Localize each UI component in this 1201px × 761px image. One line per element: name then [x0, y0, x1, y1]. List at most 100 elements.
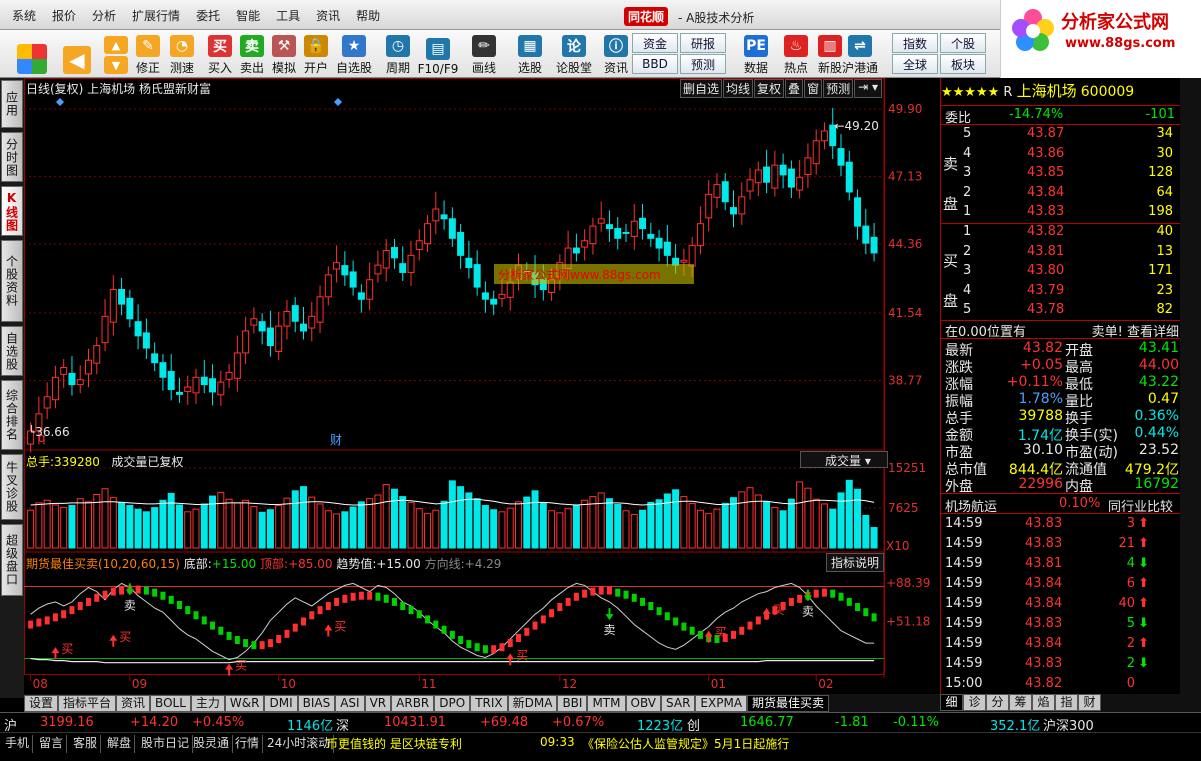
news-nav-6[interactable]: 行情 [232, 735, 264, 753]
menu-item-8[interactable]: 帮助 [348, 7, 388, 24]
chart-expand-icon[interactable]: ⇥ ▾ [854, 79, 882, 98]
indicator-tab-1[interactable]: 指标平台 [58, 694, 117, 712]
menu-item-4[interactable]: 委托 [188, 7, 228, 24]
left-tab-3[interactable]: 个股资料 [1, 240, 23, 322]
chart-tool-1[interactable]: 均线 [723, 79, 754, 98]
indicator-tab-5[interactable]: W&R [224, 694, 265, 712]
news-ticker-2[interactable]: 《保险公估人监管规定》5月1日起施行 [582, 735, 789, 752]
quote-tab-6[interactable]: 财 [1078, 694, 1101, 711]
toolbar-button-12[interactable]: ⓘ 资讯 [598, 32, 634, 76]
toolbar-button-8[interactable]: ▤ F10/F9 [418, 32, 458, 76]
news-ticker-1[interactable]: 币更值钱的 是区块链专利 [326, 735, 462, 752]
left-tab-5[interactable]: 综合排名 [1, 380, 23, 450]
toolbar-button-4[interactable]: ⚒ 模拟 [266, 32, 302, 76]
toolbar-small-button-2[interactable]: 研报 [680, 33, 726, 53]
left-tab-0[interactable]: 应用 [1, 80, 23, 128]
ask-row[interactable]: 3 43.85 128 [941, 165, 1181, 182]
ask-row[interactable]: 4 43.86 30 [941, 146, 1181, 163]
toolbar-small-button-6[interactable]: 个股 [940, 33, 986, 53]
indicator-tab-19[interactable]: 期货最佳买卖 [747, 694, 830, 712]
news-nav-0[interactable]: 手机 [2, 735, 34, 753]
ask-row[interactable]: 5 43.87 34 [941, 126, 1181, 143]
kline-chart-area[interactable]: 49.90 47.13 44.36 41.54 38.77 ←49.20 └36.66 q 财 1… [24, 78, 940, 694]
indicator-tab-7[interactable]: BIAS [297, 694, 336, 712]
toolbar-button-6[interactable]: ★ 自选股 [336, 32, 372, 76]
toolbar-button-16[interactable]: ⇌ 沪港通 [842, 32, 878, 76]
ask-row[interactable]: 1 43.83 198 [941, 204, 1181, 221]
bid-row[interactable]: 5 43.78 82 [941, 302, 1181, 319]
toolbar-small-button-1[interactable]: BBD [632, 54, 678, 74]
toolbar-small-button-3[interactable]: 预测 [680, 54, 726, 74]
up-down-button[interactable]: ▲ ▼ [104, 32, 128, 76]
toolbar-button-5[interactable]: 🔒 开户 [298, 32, 334, 76]
back-button[interactable]: ◀ [62, 32, 92, 76]
indicator-tab-18[interactable]: EXPMA [695, 694, 748, 712]
kline-chart-svg[interactable]: 49.90 47.13 44.36 41.54 38.77 ←49.20 └36.66q 财 1… [24, 78, 940, 694]
toolbar-small-button-0[interactable]: 资金 [632, 33, 678, 53]
menu-item-7[interactable]: 资讯 [308, 7, 348, 24]
indicator-tab-11[interactable]: DPO [434, 694, 471, 712]
left-tab-4[interactable]: 自选股 [1, 326, 23, 376]
toolbar-button-10[interactable]: ▦ 选股 [512, 32, 548, 76]
bid-row[interactable]: 4 43.79 23 [941, 283, 1181, 300]
toolbar-small-button-4[interactable]: 指数 [892, 33, 938, 53]
toolbar-small-button-7[interactable]: 板块 [940, 54, 986, 74]
indicator-tab-10[interactable]: ARBR [391, 694, 435, 712]
left-tab-2[interactable]: K线图 [1, 186, 23, 236]
toolbar-button-13[interactable]: PE 数据 [738, 32, 774, 76]
indicator-tab-15[interactable]: MTM [587, 694, 626, 712]
bid-row[interactable]: 3 43.80 171 [941, 263, 1181, 280]
menu-item-3[interactable]: 扩展行情 [124, 7, 188, 24]
indicator-tab-8[interactable]: ASI [335, 694, 365, 712]
toolbar-button-9[interactable]: ✏ 画线 [466, 32, 502, 76]
quote-tab-0[interactable]: 细 [940, 694, 963, 711]
indicator-tab-9[interactable]: VR [364, 694, 392, 712]
toolbar-button-14[interactable]: ♨ 热点 [778, 32, 814, 76]
left-tab-6[interactable]: 牛叉诊股 [1, 454, 23, 520]
volume-indicator-dropdown[interactable]: 成交量 ▾ [800, 451, 888, 468]
indicator-tab-14[interactable]: BBI [557, 694, 588, 712]
indicator-tab-12[interactable]: TRIX [470, 694, 508, 712]
chart-tool-2[interactable]: 复权 [754, 79, 785, 98]
toolbar-button-1[interactable]: ◔ 测速 [164, 32, 200, 76]
indicator-tab-4[interactable]: 主力 [190, 694, 225, 712]
bid-row[interactable]: 1 43.82 40 [941, 224, 1181, 241]
bid-row[interactable]: 2 43.81 13 [941, 244, 1181, 261]
indicator-tab-3[interactable]: BOLL [150, 694, 191, 712]
ask-row[interactable]: 2 43.84 64 [941, 185, 1181, 202]
news-nav-2[interactable]: 客服 [70, 735, 102, 753]
menu-item-6[interactable]: 工具 [268, 7, 308, 24]
windows-layout-button[interactable] [14, 32, 50, 76]
news-nav-3[interactable]: 解盘 [104, 735, 136, 753]
toolbar-small-button-5[interactable]: 全球 [892, 54, 938, 74]
toolbar-button-7[interactable]: ◷ 周期 [380, 32, 416, 76]
indicator-tab-6[interactable]: DMI [264, 694, 298, 712]
news-nav-1[interactable]: 留言 [36, 735, 68, 753]
news-nav-5[interactable]: 股灵通 [190, 735, 234, 753]
chart-tool-4[interactable]: 窗 [804, 79, 823, 98]
quote-tab-5[interactable]: 指 [1055, 694, 1078, 711]
menu-item-0[interactable]: 系统 [4, 7, 44, 24]
chart-tool-3[interactable]: 叠 [785, 79, 804, 98]
news-nav-4[interactable]: 股市日记 [138, 735, 194, 753]
chart-tool-5[interactable]: 预测 [823, 79, 854, 98]
toolbar-button-11[interactable]: 论论股堂 [556, 32, 592, 76]
indicator-help-button[interactable]: 指标说明 [826, 553, 885, 572]
menu-item-5[interactable]: 智能 [228, 7, 268, 24]
quote-tab-3[interactable]: 筹 [1009, 694, 1032, 711]
right-scroll-strip[interactable] [1180, 78, 1201, 712]
toolbar-button-3[interactable]: 卖卖出 [234, 32, 270, 76]
menu-item-1[interactable]: 报价 [44, 7, 84, 24]
indicator-tab-13[interactable]: 新DMA [507, 694, 558, 712]
left-tab-1[interactable]: 分时图 [1, 132, 23, 182]
chart-tool-0[interactable]: 删自选 [680, 79, 723, 98]
indicator-tab-16[interactable]: OBV [625, 694, 662, 712]
indicator-tab-17[interactable]: SAR [661, 694, 696, 712]
news-nav-7[interactable]: 24小时滚动 [264, 735, 335, 753]
quote-tab-2[interactable]: 分 [986, 694, 1009, 711]
toolbar-button-2[interactable]: 买买入 [202, 32, 238, 76]
quote-tab-1[interactable]: 诊 [963, 694, 986, 711]
indicator-tab-2[interactable]: 资讯 [116, 694, 151, 712]
left-tab-7[interactable]: 超级盘口 [1, 524, 23, 596]
quote-tab-4[interactable]: 焰 [1032, 694, 1055, 711]
